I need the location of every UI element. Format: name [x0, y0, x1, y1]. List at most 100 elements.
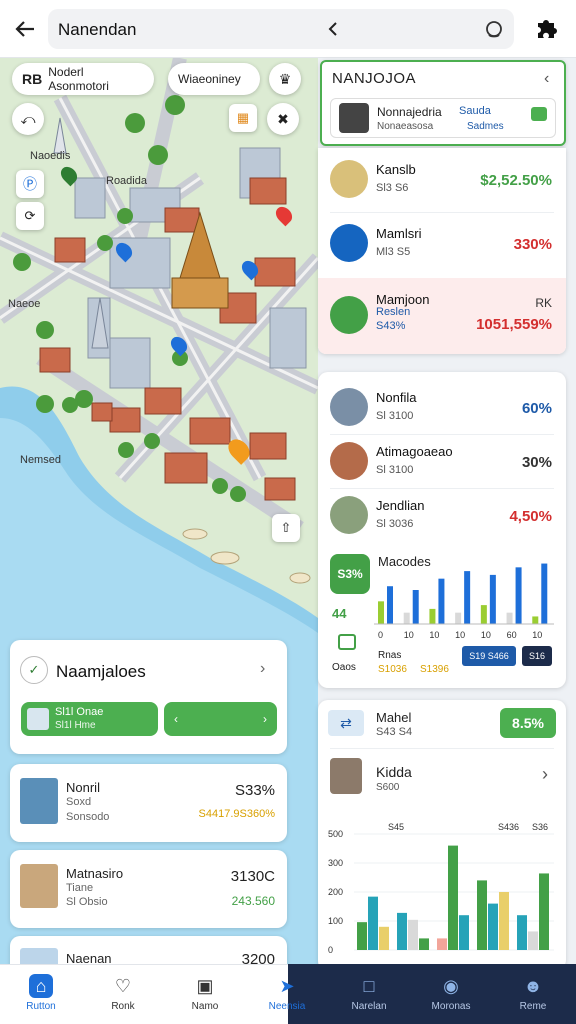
map-share-button[interactable]: ⇧ — [272, 514, 300, 542]
voice-search-icon[interactable] — [482, 18, 506, 42]
chart-range-button[interactable]: S19 S466 — [462, 646, 516, 666]
tools-button[interactable]: ✖ — [267, 103, 299, 135]
list-item-sub2: S43% — [376, 320, 406, 332]
bar-chart — [374, 563, 554, 625]
chart-bar — [515, 567, 522, 624]
header-sub-box[interactable]: Nonnajedria Nonaeasosa Sauda Sadmes — [330, 98, 556, 138]
place-card[interactable]: Nonril Soxd Sonsodo S33% S4417.9S360% — [10, 764, 287, 842]
person-sub-value: 243.560 — [231, 894, 275, 908]
tab-label: Narelan — [351, 1001, 387, 1012]
chart-foot-mid2: S1036 — [378, 664, 407, 675]
list-item[interactable]: Jendlian Sl 3036 4,50% — [318, 484, 566, 546]
chart-bar — [532, 616, 539, 624]
nearby-card[interactable]: ✓ Naamjaloes › Sl1l Onae Sl1l Hme ‹ › — [10, 640, 287, 754]
chart-period-button[interactable]: S16 — [522, 646, 552, 666]
map-view-chip[interactable]: Wiaeoniney — [168, 63, 260, 95]
list-thumbnail — [330, 160, 368, 198]
card3-badge: 8.5% — [500, 708, 556, 738]
chart-bar — [517, 915, 527, 950]
chart-bar — [528, 931, 538, 950]
chart-top-label: S45 — [388, 822, 404, 832]
list-thumbnail — [330, 296, 368, 334]
right-header-card: NANJOJOA ‹ Nonnajedria Nonaeasosa Sauda … — [320, 60, 566, 146]
back-arrow-icon[interactable] — [12, 16, 38, 42]
nearby-main-pill[interactable]: Sl1l Onae Sl1l Hme — [21, 702, 158, 736]
place-sub2: Sonsodo — [66, 811, 110, 823]
reset-button[interactable]: ⟳ — [16, 202, 44, 230]
map-filter-chip[interactable]: RB Noderl Asonmotori — [12, 63, 154, 95]
list-item[interactable]: Atimagoaeao Sl 3100 30% — [318, 430, 566, 492]
list-item-sub: Sl 3100 — [376, 464, 414, 476]
chart-side-value: 44 — [332, 606, 347, 621]
tick-label: 60 — [506, 630, 517, 640]
parking-button[interactable]: Ⓟ — [16, 170, 44, 198]
locate-button[interactable]: ⤺ — [12, 103, 44, 135]
tab-reme[interactable]: ☻ Reme — [492, 964, 574, 1024]
person-value: 3130C — [230, 868, 275, 885]
list-item-top-value: RK — [535, 296, 552, 310]
chart-bar — [368, 896, 378, 950]
list-item-sub: Ml3 S5 — [376, 246, 411, 258]
check-icon — [531, 107, 547, 121]
tick-label: 10 — [429, 630, 440, 640]
list-item-name: Jendlian — [376, 498, 425, 513]
chart-bar — [499, 892, 509, 950]
list-item-sub: Sl3 S6 — [376, 182, 409, 194]
bookmark-icon: ▦ — [236, 110, 250, 125]
header-badge: Sauda — [459, 105, 491, 117]
pill-sub: Sl1l Hme — [55, 720, 96, 731]
refresh-icon: ⟳ — [24, 208, 36, 223]
card3-name: Mahel — [376, 710, 412, 725]
header-sub-title: Nonnajedria — [377, 105, 442, 119]
bar-chart: 500 300 200 100 0 S45 S436 S36 — [328, 822, 554, 955]
place-value: S33% — [234, 782, 275, 799]
list-item[interactable]: Mamlsri Ml3 S5 330% — [318, 212, 566, 274]
puzzle-icon[interactable] — [532, 14, 560, 42]
chart-bar — [464, 571, 471, 624]
tab-label: Ronk — [111, 1001, 135, 1012]
chart-top-label: S36 — [532, 822, 548, 832]
bookmark-button[interactable]: ▦ — [229, 104, 257, 132]
right-list-card-1: Kanslb Sl3 S6 $2,52.50% Mamlsri Ml3 S5 3… — [318, 148, 566, 354]
share-icon[interactable]: ⇄ — [328, 710, 364, 736]
search-bar[interactable]: Nanendan — [48, 9, 514, 49]
nearby-next-pill[interactable]: ‹ › — [164, 702, 277, 736]
tab-ronk[interactable]: ♡ Ronk — [82, 964, 164, 1024]
tick-label: 10 — [480, 630, 491, 640]
list-item-value: 4,50% — [509, 508, 552, 525]
chevron-right-icon[interactable]: › — [542, 764, 548, 785]
chevron-right-icon[interactable]: › — [260, 660, 265, 678]
header-thumbnail — [339, 103, 369, 133]
tab-moronas[interactable]: ◉ Moronas — [410, 964, 492, 1024]
period-button-label: S16 — [528, 651, 545, 661]
tab-neensia[interactable]: ➤ Neensia — [246, 964, 328, 1024]
tab-namo[interactable]: ▣ Namo — [164, 964, 246, 1024]
list-item-value: 1051,559% — [476, 316, 552, 333]
place-label: Naeoe — [8, 298, 41, 310]
list-item[interactable]: Nonfila Sl 3100 60% — [318, 376, 566, 438]
pill-thumb — [27, 708, 49, 730]
list-item-highlighted[interactable]: Mamjoon Reslen S43% RK 1051,559% — [318, 278, 566, 354]
y-tick-label: 200 — [328, 887, 343, 897]
tab-label: Namo — [191, 1001, 219, 1012]
chart-bar — [448, 845, 458, 950]
chart-badge-text: S3% — [337, 567, 363, 581]
list-item[interactable]: Kanslb Sl3 S6 $2,52.50% — [318, 148, 566, 210]
chevron-left-icon[interactable] — [322, 18, 344, 40]
y-tick-label: 0 — [328, 945, 333, 955]
chart-badge: S3% — [330, 554, 370, 594]
place-sub-value: S4417.9S360% — [198, 808, 275, 820]
tab-narelan[interactable]: □ Narelan — [328, 964, 410, 1024]
layers-button[interactable]: ♛ — [269, 63, 301, 95]
list-item-value: 330% — [513, 236, 552, 253]
tab-rutton[interactable]: ⌂ Rutton — [0, 964, 82, 1024]
chart-bar — [480, 605, 487, 624]
list-item-name: Mamjoon — [376, 292, 430, 307]
nearby-icon: ✓ — [20, 656, 48, 684]
chevron-left-icon[interactable]: ‹ — [544, 70, 549, 88]
chart-bar — [378, 601, 384, 624]
person-card[interactable]: Matnasiro Tiane Sl Obsio 3130C 243.560 — [10, 850, 287, 928]
tab-label: Rutton — [26, 1001, 56, 1012]
chevron-right-icon: › — [263, 712, 267, 726]
y-tick-label: 100 — [328, 916, 343, 926]
